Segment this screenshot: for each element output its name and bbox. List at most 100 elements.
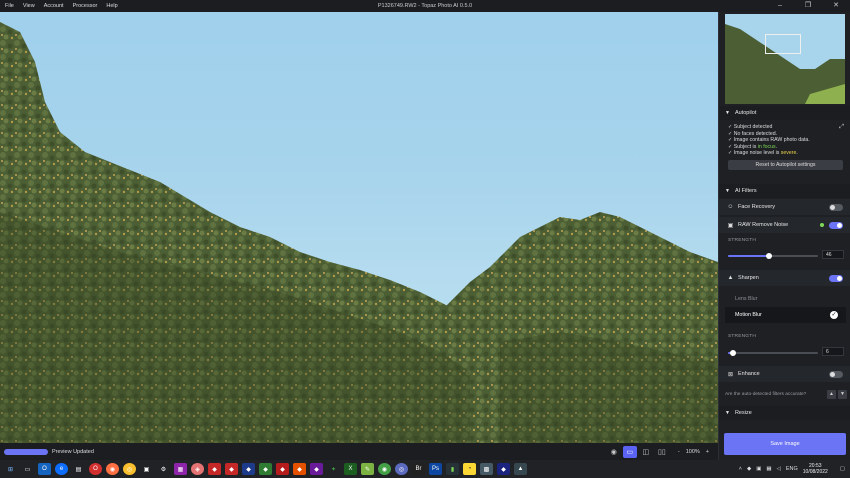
slider-handle[interactable] (730, 349, 737, 356)
zoom-level[interactable]: 100% (686, 449, 700, 455)
shield-red-icon[interactable]: ◆ (208, 463, 221, 475)
volume-icon[interactable]: ◁ (777, 466, 781, 472)
zoom-in-button[interactable]: + (706, 449, 709, 455)
app-icon-1[interactable]: ▦ (174, 463, 187, 475)
app-icon-8[interactable]: ▩ (480, 463, 493, 475)
sharpen-strength-slider[interactable] (728, 349, 818, 356)
viewport-rectangle[interactable] (765, 34, 801, 54)
topaz-icon[interactable]: ▲ (514, 463, 527, 475)
task-view-icon[interactable]: ▭ (21, 463, 34, 475)
app-tray-icon[interactable]: ▣ (756, 466, 761, 472)
image-preview[interactable] (0, 12, 718, 443)
noise-strength-value[interactable]: 46 (822, 250, 844, 259)
notification-icon[interactable]: ▢ (840, 466, 845, 472)
menu-view[interactable]: View (23, 3, 35, 9)
slider-handle[interactable] (766, 252, 773, 259)
clock[interactable]: 20:53 10/08/2022 (803, 463, 828, 475)
single-view-icon[interactable]: ▭ (622, 445, 637, 458)
thumbs-down-icon[interactable]: ▼ (838, 389, 847, 399)
shield-blue-icon[interactable]: ◆ (242, 463, 255, 475)
check-icon: ✓ (830, 311, 838, 319)
shield-darkred-icon[interactable]: ◆ (276, 463, 289, 475)
sharpen-option-lens-blur[interactable]: Lens Blur (725, 291, 846, 307)
app-icon-3[interactable]: ✦ (327, 463, 340, 475)
sharpen-toggle[interactable] (829, 274, 843, 282)
shield-purple-icon[interactable]: ◆ (310, 463, 323, 475)
reset-autopilot-button[interactable]: Reset to Autopilot settings (728, 160, 843, 170)
excel-icon[interactable]: X (344, 463, 357, 475)
app-icon-5[interactable]: ◉ (378, 463, 391, 475)
enhance-icon: ⊠ (727, 371, 734, 378)
chevron-down-icon: ▼ (725, 188, 730, 194)
tray-language[interactable]: ENG (786, 466, 798, 472)
navigator-thumbnail[interactable] (725, 14, 845, 104)
photoshop-icon[interactable]: Ps (429, 463, 442, 475)
photo-trees (0, 22, 718, 443)
app-icon-6[interactable]: ◎ (395, 463, 408, 475)
eye-icon[interactable]: ◉ (607, 446, 621, 458)
chevron-down-icon: ▼ (725, 110, 730, 116)
split-view-icon[interactable]: ◫ (639, 446, 653, 458)
shield-red-icon-2[interactable]: ◆ (225, 463, 238, 475)
chrome-icon[interactable]: ◎ (123, 463, 136, 475)
windows-start-icon[interactable]: ⊞ (4, 463, 17, 475)
window-title: P1326749.RW2 - Topaz Photo AI 0.5.0 (377, 3, 473, 9)
close-icon[interactable]: ✕ (822, 0, 850, 12)
accuracy-feedback: Are the auto-detected filters accurate? … (725, 388, 847, 400)
status-dot-icon (820, 223, 824, 227)
zoom-control: - 100% + (675, 449, 712, 455)
noise-strength-slider[interactable] (728, 252, 818, 259)
system-tray: ˄ ◆ ▣ ▦ ◁ ENG 20:53 10/08/2022 ▢ (739, 460, 850, 478)
menu-processor[interactable]: Processor (73, 3, 98, 9)
window-controls: – ❐ ✕ (766, 0, 850, 12)
edge-icon[interactable]: e (55, 463, 68, 475)
thumbnail-image (725, 14, 845, 104)
clock-date: 10/08/2022 (802, 469, 828, 475)
sharpen-option-motion-blur[interactable]: Motion Blur ✓ (725, 307, 846, 323)
filter-face-recovery[interactable]: ☺ Face Recovery (719, 199, 850, 215)
terminal-icon[interactable]: ▮ (446, 463, 459, 475)
shield-orange-icon[interactable]: ◆ (293, 463, 306, 475)
menu-file[interactable]: File (5, 3, 14, 9)
sharpen-strength-label: STRENGTH (728, 334, 756, 339)
minimize-icon[interactable]: – (766, 0, 794, 12)
app-icon-4[interactable]: ✎ (361, 463, 374, 475)
sharpen-strength-value[interactable]: 6 (822, 347, 844, 356)
save-image-button[interactable]: Save Image (724, 433, 846, 455)
menu-help[interactable]: Help (106, 3, 117, 9)
ai-filters-header[interactable]: ▼ AI Filters (719, 184, 850, 198)
outlook-icon[interactable]: O (38, 463, 51, 475)
autopilot-line: ✓ Image noise level is severe. (728, 150, 798, 156)
thumbs-up-icon[interactable]: ▲ (827, 389, 836, 399)
app-icon-7[interactable]: ◔ (463, 463, 476, 475)
network-icon[interactable]: ▦ (766, 466, 771, 472)
menu-account[interactable]: Account (44, 3, 64, 9)
raw-remove-noise-toggle[interactable] (829, 221, 843, 229)
zoom-out-button[interactable]: - (678, 449, 680, 455)
file-explorer-icon[interactable]: ▤ (72, 463, 85, 475)
face-recovery-toggle[interactable] (829, 203, 843, 211)
enhance-toggle[interactable] (829, 370, 843, 378)
autopilot-title: Autopilot (734, 110, 757, 116)
dropbox-icon[interactable]: ◆ (747, 466, 751, 472)
filter-raw-remove-noise[interactable]: ▣ RAW Remove Noise (719, 217, 850, 233)
face-icon: ☺ (727, 204, 734, 210)
app-icon-2[interactable]: ◈ (191, 463, 204, 475)
side-by-side-icon[interactable]: ▯▯ (655, 446, 669, 458)
settings-gear-icon[interactable]: ⚙ (157, 463, 170, 475)
app-icon-9[interactable]: ◆ (497, 463, 510, 475)
resize-header[interactable]: ▼ Resize (719, 406, 850, 420)
autopilot-header[interactable]: ▼ Autopilot (719, 106, 850, 120)
photos-icon[interactable]: ▣ (140, 463, 153, 475)
bridge-icon[interactable]: Br (412, 463, 425, 475)
restore-icon[interactable]: ❐ (794, 0, 822, 12)
shield-green-icon[interactable]: ◆ (259, 463, 272, 475)
chevron-up-icon[interactable]: ˄ (739, 466, 742, 472)
autopilot-summary: ✓ Subject detected ✓ No faces detected. … (728, 124, 846, 157)
opera-icon[interactable]: O (89, 463, 102, 475)
view-controls: ◉ ▭ ◫ ▯▯ - 100% + (605, 445, 712, 458)
face-recovery-label: Face Recovery (738, 204, 775, 210)
filter-enhance[interactable]: ⊠ Enhance (719, 366, 850, 382)
firefox-icon[interactable]: ◉ (106, 463, 119, 475)
filter-sharpen[interactable]: ▲ Sharpen (719, 270, 850, 286)
